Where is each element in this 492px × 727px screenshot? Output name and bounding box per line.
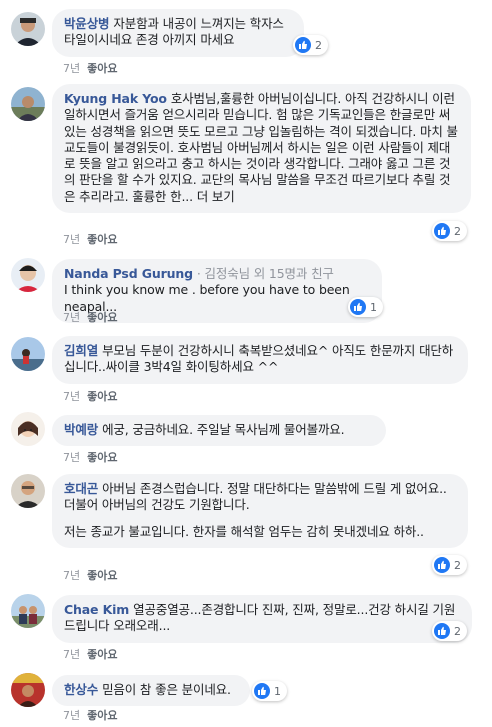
reaction-number: 1 — [274, 684, 281, 698]
comment-text: 믿음이 참 좋은 분이네요. — [102, 682, 231, 697]
like-reaction-icon — [434, 223, 450, 239]
comment-bubble: Kyung Hak Yoo 호사범님,훌륭한 아버님이십니다. 아직 건강하시니 … — [52, 84, 471, 214]
like-reaction-icon — [434, 557, 450, 573]
comment-author[interactable]: 박윤상병 — [64, 16, 110, 31]
avatar[interactable] — [11, 12, 45, 46]
like-reaction-icon — [254, 683, 270, 699]
comment-meta: 7년 좋아요 — [63, 309, 118, 325]
like-reaction-icon — [350, 299, 366, 315]
comment-author[interactable]: Chae Kim — [64, 602, 129, 617]
comment-time[interactable]: 7년 — [63, 62, 80, 75]
comment-author[interactable]: 한상수 — [64, 682, 98, 697]
like-button[interactable]: 좋아요 — [87, 233, 117, 246]
reaction-number: 1 — [370, 300, 377, 314]
reaction-count[interactable]: 1 — [252, 681, 287, 701]
comment-meta: 7년 좋아요 — [63, 388, 118, 404]
comment-text: 호사범님,훌륭한 아버님이십니다. 아직 건강하시니 이런 일하시면서 즐거움 … — [64, 91, 458, 204]
avatar[interactable] — [11, 337, 45, 371]
see-more-link[interactable]: 더 보기 — [197, 189, 235, 204]
avatar[interactable] — [11, 258, 45, 292]
comment-time[interactable]: 7년 — [63, 233, 80, 246]
reaction-number: 2 — [315, 38, 322, 52]
comment-bubble: 박예랑 에궁, 궁금하네요. 주일날 목사님께 물어볼까요. — [52, 415, 386, 447]
comment-time[interactable]: 7년 — [63, 451, 80, 464]
reaction-count[interactable]: 1 — [348, 297, 383, 317]
comment-author[interactable]: Nanda Psd Gurung — [64, 266, 193, 281]
comment-time[interactable]: 7년 — [63, 648, 80, 661]
comment-author[interactable]: 박예랑 — [64, 422, 98, 437]
comment-bubble: 박윤상병 자분함과 내공이 느껴지는 학자스타일이시네요 존경 아끼지 마세요 — [52, 9, 304, 57]
comment-meta: 7년 좋아요 — [63, 60, 118, 76]
comment-time[interactable]: 7년 — [63, 709, 80, 722]
reaction-number: 2 — [454, 224, 461, 238]
avatar[interactable] — [11, 412, 45, 446]
comment-text: 에궁, 궁금하네요. 주일날 목사님께 물어볼까요. — [102, 422, 345, 437]
comment-time[interactable]: 7년 — [63, 311, 80, 324]
comment-time[interactable]: 7년 — [63, 569, 80, 582]
avatar[interactable] — [11, 87, 45, 121]
comment-meta: 7년 좋아요 — [63, 646, 118, 662]
avatar[interactable] — [11, 673, 45, 707]
like-button[interactable]: 좋아요 — [87, 569, 117, 582]
comment-bubble: Chae Kim 열공중열공...존경합니다 진짜, 진짜, 정말로...건강 하… — [52, 595, 472, 643]
like-button[interactable]: 좋아요 — [87, 390, 117, 403]
comment-author[interactable]: 김희열 — [64, 343, 98, 358]
comment-meta: 7년 좋아요 — [63, 707, 118, 723]
like-button[interactable]: 좋아요 — [87, 62, 117, 75]
reaction-number: 2 — [454, 624, 461, 638]
avatar[interactable] — [11, 594, 45, 628]
reaction-count[interactable]: 2 — [293, 35, 328, 55]
comment-meta: 7년 좋아요 — [63, 567, 118, 583]
like-button[interactable]: 좋아요 — [87, 311, 117, 324]
comment-time[interactable]: 7년 — [63, 390, 80, 403]
reaction-count[interactable]: 2 — [432, 221, 467, 241]
like-reaction-icon — [295, 37, 311, 53]
comment-bubble: 호대곤 아버님 존경스럽습니다. 정말 대단하다는 말씀밖에 드릴 게 없어요..… — [52, 474, 468, 548]
like-button[interactable]: 좋아요 — [87, 451, 117, 464]
comment-bubble: 한상수 믿음이 참 좋은 분이네요. — [52, 675, 250, 707]
like-button[interactable]: 좋아요 — [87, 709, 117, 722]
comment-text: 부모님 두분이 건강하시니 축복받으셨네요^ 아직도 한문까지 대단하십니다..… — [64, 343, 454, 375]
comment-meta: 7년 좋아요 — [63, 231, 118, 247]
comment-author[interactable]: Kyung Hak Yoo — [64, 91, 167, 106]
comment-meta: 7년 좋아요 — [63, 449, 118, 465]
like-button[interactable]: 좋아요 — [87, 648, 117, 661]
like-reaction-icon — [434, 623, 450, 639]
reaction-count[interactable]: 2 — [432, 621, 467, 641]
comment-text-paragraph: 저는 종교가 불교입니다. 한자를 해석할 엄두는 감히 못내겠네요 하하.. — [64, 523, 424, 539]
reaction-count[interactable]: 2 — [432, 555, 467, 575]
comment-text: 아버님 존경스럽습니다. 정말 대단하다는 말씀밖에 드릴 게 없어요.. 더불… — [64, 481, 447, 513]
avatar[interactable] — [11, 474, 45, 508]
reaction-number: 2 — [454, 558, 461, 572]
comment-author[interactable]: 호대곤 — [64, 481, 98, 496]
comment-bubble: 김희열 부모님 두분이 건강하시니 축복받으셨네요^ 아직도 한문까지 대단하십니… — [52, 336, 468, 384]
mutual-friends[interactable]: · 김정숙님 외 15명과 친구 — [197, 266, 334, 281]
